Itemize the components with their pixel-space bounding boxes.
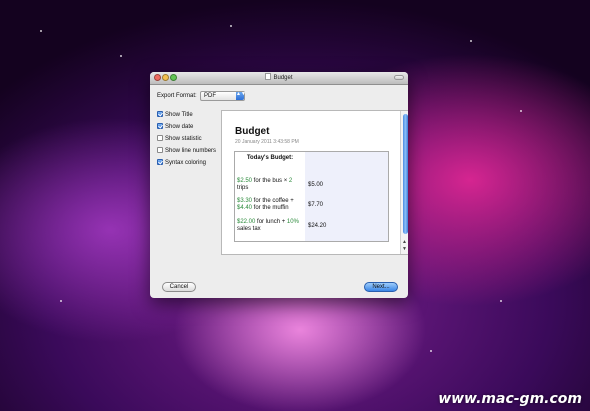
item-rest: sales tax — [237, 226, 261, 232]
export-format-select[interactable]: PDF ▲▼ — [200, 91, 246, 101]
preview-title: Budget — [235, 126, 270, 137]
scroll-up-icon[interactable]: ▲ — [402, 239, 407, 245]
budget-item: $3.30 for the coffee + $4.40 for the muf… — [237, 198, 303, 212]
checkbox-label: Show date — [165, 124, 194, 130]
show-statistic-checkbox[interactable]: Show statistic — [157, 135, 202, 143]
item-percent: 10% — [286, 219, 299, 225]
checkbox-box[interactable] — [157, 135, 163, 141]
export-dialog-window: Budget Export Format: PDF ▲▼ Show Title … — [150, 72, 408, 298]
select-arrows-icon: ▲▼ — [236, 92, 246, 100]
star — [40, 30, 42, 32]
item-text: for the coffee + — [252, 198, 294, 204]
checkbox-box[interactable] — [157, 159, 163, 165]
item-multiplier: 2 — [288, 178, 293, 184]
window-title: Budget — [150, 73, 408, 81]
window-title-text: Budget — [273, 75, 293, 81]
checkbox-box[interactable] — [157, 147, 163, 153]
star — [500, 300, 502, 302]
item-amount: $22.00 — [237, 219, 256, 225]
next-button[interactable]: Next... — [364, 282, 398, 292]
item-result: $7.70 — [308, 202, 324, 208]
syntax-coloring-checkbox[interactable]: Syntax coloring — [157, 159, 206, 167]
checkbox-label: Show line numbers — [165, 148, 217, 154]
table-header: Today's Budget: — [246, 155, 294, 161]
star — [120, 55, 122, 57]
item-text: for the bus × — [252, 178, 289, 184]
item-amount: $2.50 — [237, 178, 253, 184]
show-date-checkbox[interactable]: Show date — [157, 123, 193, 131]
checkbox-box[interactable] — [157, 111, 163, 117]
title-bar[interactable]: Budget — [150, 72, 408, 85]
star — [230, 25, 232, 27]
item-rest: for the muffin — [252, 205, 289, 211]
item-text: for lunch + — [255, 219, 287, 225]
show-title-checkbox[interactable]: Show Title — [157, 111, 193, 119]
checkbox-label: Show Title — [165, 112, 193, 118]
export-format-label: Export Format: — [157, 93, 197, 99]
star — [470, 40, 472, 42]
item-result: $24.20 — [308, 223, 327, 229]
item-amount: $3.30 — [237, 198, 253, 204]
cancel-button[interactable]: Cancel — [162, 282, 196, 292]
checkbox-label: Show statistic — [165, 136, 202, 142]
scrollbar-thumb[interactable] — [403, 114, 408, 234]
preview-scrollbar[interactable]: ▲ ▼ — [400, 111, 408, 254]
checkbox-box[interactable] — [157, 123, 163, 129]
item-rest: trips — [237, 185, 249, 191]
watermark: www.mac-gm.com — [438, 391, 582, 407]
export-format-value: PDF — [204, 93, 216, 99]
star — [430, 350, 432, 352]
document-icon — [265, 73, 272, 80]
checkbox-label: Syntax coloring — [165, 160, 207, 166]
budget-item: $22.00 for lunch + 10% sales tax — [237, 219, 303, 233]
document-preview[interactable]: Budget 20 January 2011 3:43:58 PM Today'… — [221, 110, 408, 255]
show-line-numbers-checkbox[interactable]: Show line numbers — [157, 147, 216, 155]
star — [520, 110, 522, 112]
preview-date: 20 January 2011 3:43:58 PM — [235, 139, 299, 145]
star — [60, 300, 62, 302]
item-amount-2: $4.40 — [237, 205, 253, 211]
budget-item: $2.50 for the bus × 2 trips — [237, 178, 303, 192]
item-result: $5.00 — [308, 182, 324, 188]
scroll-down-icon[interactable]: ▼ — [402, 246, 407, 252]
toolbar-toggle-button[interactable] — [394, 75, 404, 80]
budget-table: Today's Budget: $2.50 for the bus × 2 tr… — [234, 151, 389, 242]
